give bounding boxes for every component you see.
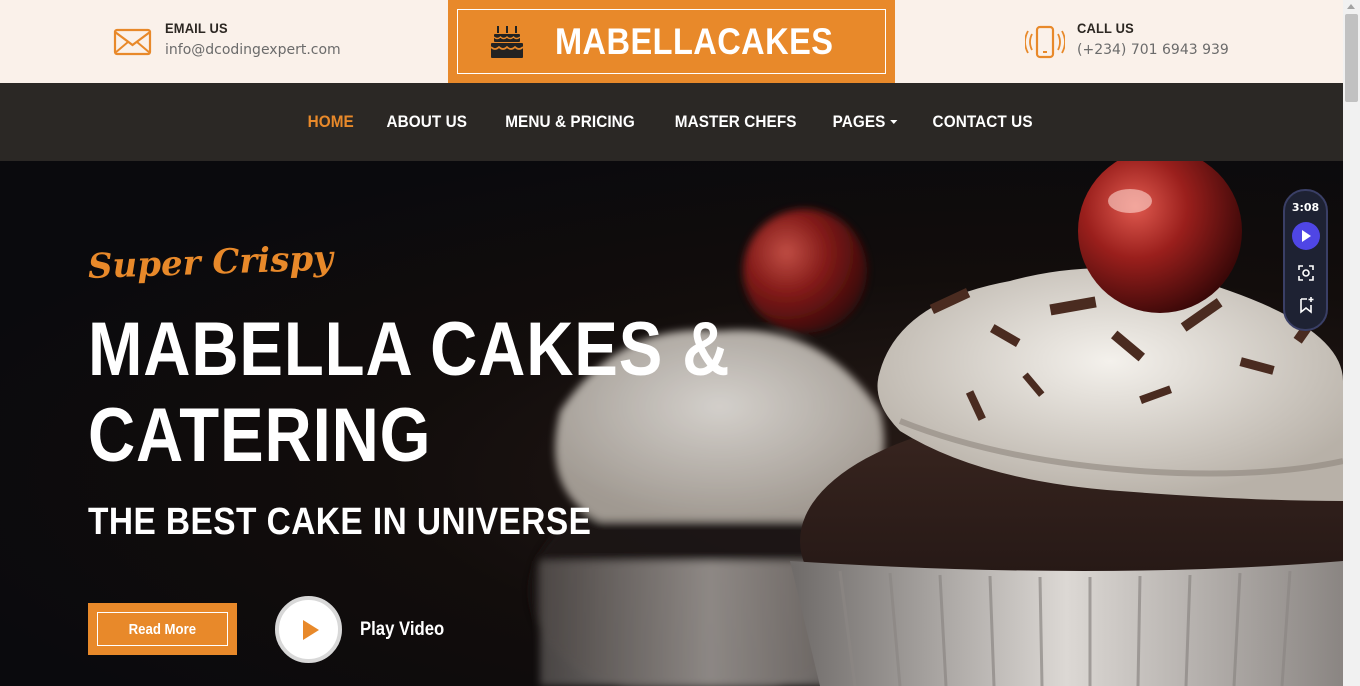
hero-title: MABELLA CAKES & CATERING	[88, 307, 730, 479]
play-video-button[interactable]: Play Video	[275, 596, 456, 663]
read-more-label: Read More	[128, 620, 197, 638]
nav-item-master-chefs[interactable]: MASTER CHEFS	[675, 112, 797, 132]
call-value[interactable]: (+234) 701 6943 939	[1077, 42, 1229, 58]
top-bar: EMAIL US info@dcodingexpert.com MABELLAC…	[0, 0, 1343, 83]
email-contact[interactable]: EMAIL US info@dcodingexpert.com	[113, 20, 341, 62]
scroll-up-arrow-icon[interactable]	[1347, 4, 1355, 9]
play-icon	[303, 619, 319, 640]
nav-item-home[interactable]: HOME	[307, 112, 353, 132]
call-label: CALL US	[1077, 20, 1134, 36]
page-scrollbar[interactable]	[1343, 0, 1360, 686]
brand-name: MABELLACAKES	[555, 20, 834, 62]
screenshot-icon[interactable]	[1297, 264, 1315, 282]
call-contact[interactable]: CALL US (+234) 701 6943 939	[1025, 20, 1229, 62]
recorder-play-button[interactable]	[1291, 222, 1320, 250]
hero-banner: Super Crispy MABELLA CAKES & CATERING TH…	[0, 161, 1343, 686]
play-icon	[1302, 230, 1311, 242]
play-video-label: Play Video	[360, 618, 445, 640]
nav-item-contact-us[interactable]: CONTACT US	[933, 112, 1033, 132]
add-bookmark-icon[interactable]	[1297, 296, 1315, 314]
nav-item-pages[interactable]: PAGES	[833, 112, 898, 132]
main-navigation: HOME ABOUT US MENU & PRICING MASTER CHEF…	[0, 83, 1343, 161]
email-label: EMAIL US	[165, 20, 228, 36]
nav-list: HOME ABOUT US MENU & PRICING MASTER CHEF…	[292, 112, 1051, 132]
play-circle[interactable]	[275, 596, 342, 663]
envelope-icon	[113, 28, 152, 56]
hero-title-line-2: CATERING	[88, 393, 432, 478]
read-more-frame: Read More	[97, 612, 228, 646]
birthday-cake-icon	[490, 25, 524, 58]
brand-logo[interactable]: MABELLACAKES	[448, 0, 895, 83]
email-value[interactable]: info@dcodingexpert.com	[165, 42, 341, 58]
hero-text: Super Crispy MABELLA CAKES & CATERING TH…	[87, 238, 835, 544]
read-more-button[interactable]: Read More	[88, 603, 237, 655]
nav-item-menu-pricing[interactable]: MENU & PRICING	[505, 112, 635, 132]
recorder-widget: 3:08	[1283, 189, 1328, 331]
nav-item-about-us[interactable]: ABOUT US	[387, 112, 468, 132]
mobile-phone-icon	[1025, 25, 1065, 59]
hero-title-line-1: MABELLA CAKES &	[88, 307, 731, 392]
hero-subtitle: THE BEST CAKE IN UNIVERSE	[88, 501, 592, 543]
brand-frame: MABELLACAKES	[457, 9, 886, 74]
scroll-thumb[interactable]	[1345, 14, 1358, 102]
recorder-time: 3:08	[1291, 201, 1320, 214]
chevron-down-icon	[890, 120, 898, 124]
